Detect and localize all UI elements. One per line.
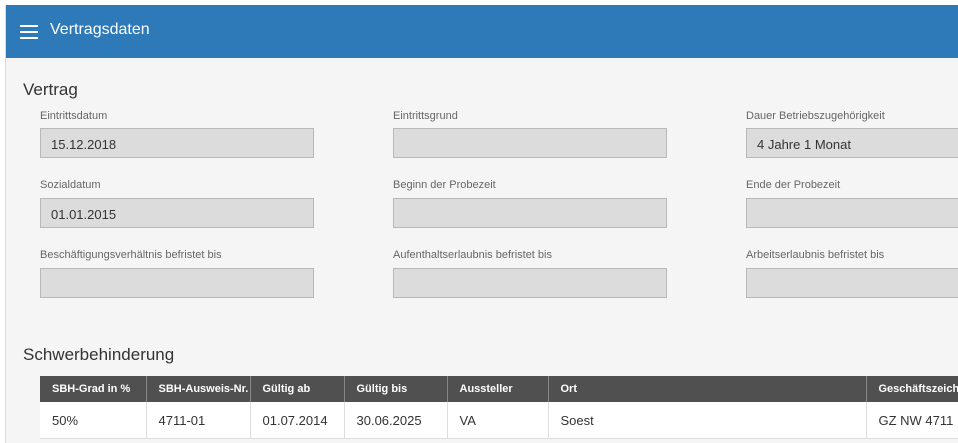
column-header-ausweis-nr[interactable]: SBH-Ausweis-Nr. — [146, 376, 251, 402]
cell-ausweis-nr: 4711-01 — [146, 402, 251, 439]
top-bar: Vertragsdaten — [6, 5, 958, 58]
eintrittsgrund-field[interactable] — [393, 128, 667, 158]
label-ende-probezeit: Ende der Probezeit — [746, 179, 841, 191]
page-title: Vertragsdaten — [50, 21, 150, 38]
column-header-sbh-grad[interactable]: SBH-Grad in % — [40, 376, 147, 402]
table-row[interactable]: 50% 4711-01 01.07.2014 30.06.2025 VA Soe… — [40, 402, 958, 439]
eintrittsdatum-field[interactable]: 15.12.2018 — [40, 128, 314, 158]
column-header-aussteller[interactable]: Aussteller — [447, 376, 549, 402]
dauer-betriebszugehoerigkeit-field[interactable]: 4 Jahre 1 Monat — [746, 128, 958, 158]
hamburger-menu-icon[interactable] — [20, 25, 38, 39]
label-aufenthalt-befristet: Aufenthaltserlaubnis befristet bis — [393, 249, 552, 261]
app-window: Vertragsdaten Vertrag Eintrittsdatum 15.… — [5, 5, 958, 443]
sozialdatum-field[interactable]: 01.01.2015 — [40, 198, 314, 228]
label-eintrittsgrund: Eintrittsgrund — [393, 110, 458, 122]
ende-probezeit-field[interactable] — [746, 198, 958, 228]
label-beginn-probezeit: Beginn der Probezeit — [393, 179, 496, 191]
label-dauer-betriebszugehoerigkeit: Dauer Betriebszugehörigkeit — [746, 110, 885, 122]
column-header-ort[interactable]: Ort — [548, 376, 867, 402]
label-arbeitserlaubnis-befristet: Arbeitserlaubnis befristet bis — [746, 249, 885, 261]
cell-geschaeftszeichen: GZ NW 4711 — [866, 402, 958, 439]
column-header-geschaeftszeichen[interactable]: Geschäftszeichen — [866, 376, 958, 402]
arbeitserlaubnis-befristet-field[interactable] — [746, 268, 958, 298]
label-sozialdatum: Sozialdatum — [40, 179, 101, 191]
cell-sbh-grad: 50% — [40, 402, 147, 439]
cell-gueltig-bis: 30.06.2025 — [344, 402, 448, 439]
cell-gueltig-ab: 01.07.2014 — [250, 402, 345, 439]
cell-aussteller: VA — [447, 402, 549, 439]
section-title-vertrag: Vertrag — [23, 80, 78, 99]
label-beschaeftigung-befristet: Beschäftigungsverhältnis befristet bis — [40, 249, 222, 261]
beschaeftigung-befristet-field[interactable] — [40, 268, 314, 298]
cell-ort: Soest — [548, 402, 867, 439]
sbh-table: SBH-Grad in % SBH-Ausweis-Nr. Gültig ab … — [40, 376, 958, 439]
beginn-probezeit-field[interactable] — [393, 198, 667, 228]
aufenthalt-befristet-field[interactable] — [393, 268, 667, 298]
label-eintrittsdatum: Eintrittsdatum — [40, 110, 108, 122]
column-header-gueltig-bis[interactable]: Gültig bis — [344, 376, 448, 402]
section-title-schwerbehinderung: Schwerbehinderung — [23, 345, 175, 364]
column-header-gueltig-ab[interactable]: Gültig ab — [250, 376, 345, 402]
table-header-row: SBH-Grad in % SBH-Ausweis-Nr. Gültig ab … — [40, 376, 958, 402]
